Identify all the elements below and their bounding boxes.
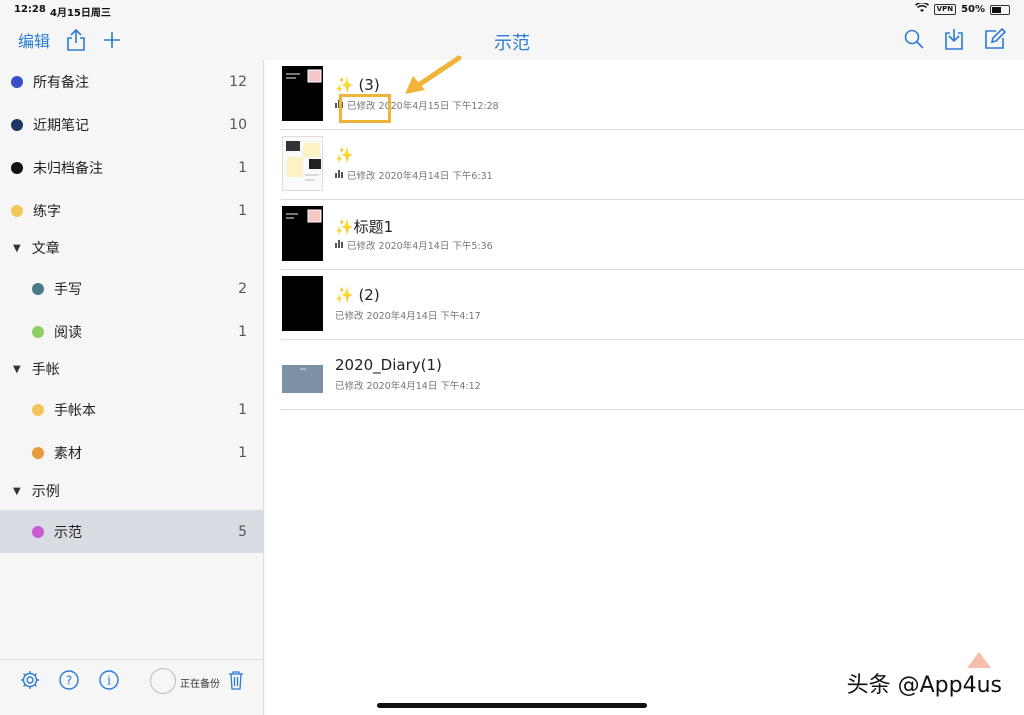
battery-icon: [990, 4, 1010, 15]
sidebar: 所有备注 12 近期笔记 10 未归档备注 1 练字 1 ▼ 文章 手写 2 阅…: [0, 60, 264, 715]
note-title: ✨: [335, 146, 354, 164]
gear-icon[interactable]: [20, 670, 40, 694]
trash-icon[interactable]: [228, 670, 244, 694]
color-dot: [32, 403, 44, 416]
sidebar-item-count: 12: [229, 73, 247, 90]
sidebar-footer: ? i 正在备份: [0, 659, 264, 715]
note-title: 2020_Diary(1): [335, 356, 442, 374]
note-modified-date: 已修改 2020年4月14日 下午6:31: [347, 171, 493, 182]
wifi-icon: [914, 1, 929, 16]
note-row[interactable]: ✨标题1 已修改 2020年4月14日 下午5:36: [281, 200, 1024, 270]
sidebar-group-label: 文章: [31, 241, 60, 257]
note-thumbnail: [282, 136, 323, 191]
color-dot: [11, 118, 23, 131]
sidebar-item-demo[interactable]: 示范 5: [0, 510, 264, 553]
note-title: ✨ (3): [335, 76, 380, 94]
annotation-highlight-box: [339, 94, 391, 123]
note-thumbnail: [282, 206, 323, 261]
sidebar-item-label: 素材: [54, 445, 82, 462]
sidebar-item-count: 1: [238, 202, 247, 219]
sidebar-item-recent-notes[interactable]: 近期笔记 10: [0, 103, 264, 146]
sidebar-item-label: 手写: [54, 281, 82, 298]
sidebar-item-label: 阅读: [54, 324, 82, 341]
note-modified-date: 已修改 2020年4月14日 下午4:17: [335, 311, 481, 322]
sidebar-item-handwriting[interactable]: 手写 2: [0, 267, 264, 310]
compose-icon[interactable]: [984, 28, 1006, 50]
watermark: 头条 @App4us: [846, 673, 1002, 698]
sidebar-item-reading[interactable]: 阅读 1: [0, 310, 264, 353]
sidebar-group-label: 手帐: [31, 362, 60, 378]
color-dot: [11, 75, 23, 88]
sidebar-item-materials[interactable]: 素材 1: [0, 431, 264, 474]
svg-text:i: i: [107, 674, 111, 688]
sidebar-item-count: 1: [238, 401, 247, 418]
note-list: ✨ (3) 已修改 2020年4月15日 下午12:28 ✨ 已修改 2020年…: [265, 55, 1024, 715]
search-icon[interactable]: [904, 29, 924, 49]
nav-bar: 编辑 示范: [0, 20, 1024, 60]
sidebar-item-count: 5: [238, 523, 247, 540]
sidebar-item-label: 未归档备注: [33, 160, 103, 177]
sidebar-item-count: 1: [238, 444, 247, 461]
note-thumbnail: [282, 66, 323, 121]
annotation-arrow-icon: [399, 54, 463, 100]
svg-text:?: ?: [66, 674, 72, 688]
sidebar-group-articles[interactable]: ▼ 文章: [0, 229, 264, 267]
color-dot: [32, 325, 44, 338]
color-dot: [32, 446, 44, 459]
status-time: 12:28: [14, 4, 46, 15]
audio-icon: [335, 239, 344, 251]
sidebar-item-label: 手帐本: [54, 402, 96, 419]
vpn-badge: VPN: [933, 4, 957, 15]
sidebar-item-label: 所有备注: [33, 74, 89, 91]
sidebar-item-calligraphy[interactable]: 练字 1: [0, 189, 264, 232]
color-dot: [11, 161, 23, 174]
sidebar-group-journal[interactable]: ▼ 手帐: [0, 350, 264, 388]
sidebar-item-count: 2: [238, 280, 247, 297]
page-title: 示范: [494, 33, 530, 54]
sidebar-item-unfiled-notes[interactable]: 未归档备注 1: [0, 146, 264, 189]
edit-button[interactable]: 编辑: [18, 28, 50, 52]
chevron-down-icon[interactable]: ▼: [13, 486, 21, 497]
sidebar-item-count: 1: [238, 159, 247, 176]
note-modified-date: 已修改 2020年4月14日 下午4:12: [335, 381, 481, 392]
note-title: ✨标题1: [335, 218, 394, 236]
note-title: ✨ (2): [335, 286, 380, 304]
sidebar-item-label: 练字: [33, 203, 61, 220]
note-modified-date: 已修改 2020年4月14日 下午5:36: [347, 241, 493, 252]
import-icon[interactable]: [944, 28, 964, 50]
color-dot: [11, 204, 23, 217]
chevron-down-icon[interactable]: ▼: [13, 364, 21, 375]
status-bar: 12:28 4月15日周三 VPN 50%: [0, 0, 1024, 20]
sidebar-group-label: 示例: [31, 484, 60, 500]
home-indicator[interactable]: [377, 703, 647, 708]
audio-icon: [335, 169, 344, 181]
sidebar-item-count: 10: [229, 116, 247, 133]
backup-status-label: 正在备份: [180, 679, 220, 690]
note-row[interactable]: 2020_Diary(1) 已修改 2020年4月14日 下午4:12: [281, 340, 1024, 410]
plus-icon[interactable]: [102, 30, 122, 50]
backup-progress-spinner: [150, 668, 176, 694]
sidebar-item-label: 示范: [54, 524, 82, 541]
sidebar-item-count: 1: [238, 323, 247, 340]
share-icon[interactable]: [66, 29, 86, 51]
note-thumbnail: [282, 276, 323, 331]
sidebar-item-all-notes[interactable]: 所有备注 12: [0, 60, 264, 103]
sidebar-item-label: 近期笔记: [33, 117, 89, 134]
battery-percent: 50%: [961, 4, 985, 15]
sidebar-item-journal-book[interactable]: 手帐本 1: [0, 388, 264, 431]
color-dot: [32, 525, 44, 538]
sidebar-group-examples[interactable]: ▼ 示例: [0, 472, 264, 510]
note-row[interactable]: ✨ 已修改 2020年4月14日 下午6:31: [281, 130, 1024, 200]
note-row[interactable]: ✨ (2) 已修改 2020年4月14日 下午4:17: [281, 270, 1024, 340]
help-icon[interactable]: ?: [59, 670, 79, 694]
note-row[interactable]: ✨ (3) 已修改 2020年4月15日 下午12:28: [281, 55, 1024, 130]
status-date: 4月15日周三: [50, 8, 111, 19]
color-dot: [32, 282, 44, 295]
scroll-top-icon: [967, 652, 991, 668]
chevron-down-icon[interactable]: ▼: [13, 243, 21, 254]
note-thumbnail: [282, 365, 323, 393]
info-icon[interactable]: i: [99, 670, 119, 694]
